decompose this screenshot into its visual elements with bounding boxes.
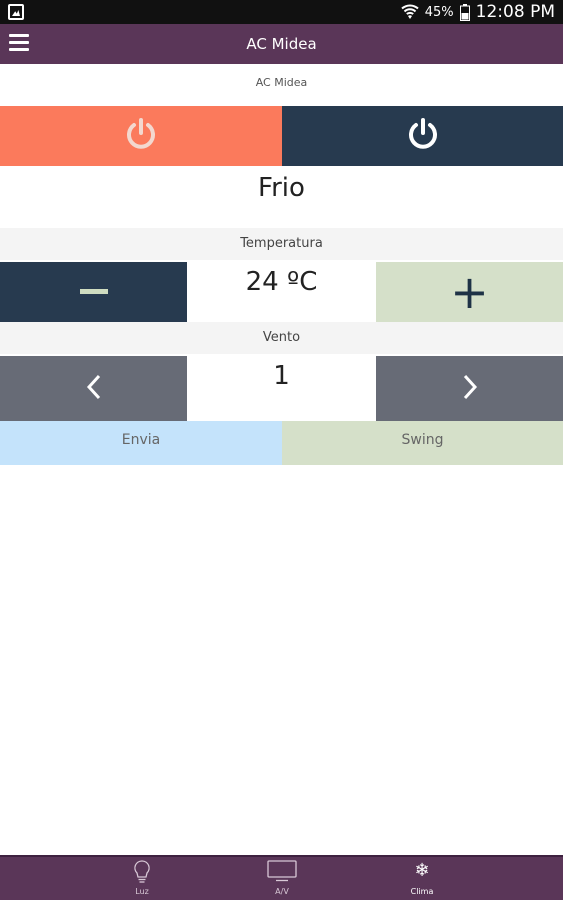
bottom-navigation: Luz A/V ❄ Clima <box>0 855 563 900</box>
temperature-increase-button[interactable]: + <box>376 262 563 322</box>
wifi-icon <box>401 4 419 20</box>
wind-increase-button[interactable] <box>376 356 563 421</box>
nav-label-av: A/V <box>275 887 289 896</box>
temperature-decrease-button[interactable] <box>0 262 187 322</box>
power-icon <box>124 117 158 155</box>
wind-decrease-button[interactable] <box>0 356 187 421</box>
swing-button[interactable]: Swing <box>282 421 563 465</box>
status-indicators: 45% 12:08 PM <box>401 0 555 24</box>
power-on-button[interactable] <box>0 106 282 166</box>
nav-item-av[interactable]: A/V <box>222 857 342 900</box>
battery-icon <box>459 3 470 21</box>
temperature-header: Temperatura <box>0 228 563 260</box>
plus-icon: + <box>450 265 489 319</box>
chevron-left-icon <box>86 374 102 404</box>
nav-label-clima: Clima <box>410 887 434 896</box>
lightbulb-icon <box>132 859 152 889</box>
snowflake-icon: ❄ <box>414 860 430 881</box>
nav-item-clima[interactable]: ❄ Clima <box>362 857 482 900</box>
power-off-button[interactable] <box>282 106 563 166</box>
wind-header: Vento <box>0 322 563 354</box>
app-title: AC Midea <box>246 35 317 53</box>
status-bar: 45% 12:08 PM <box>0 0 563 24</box>
mode-label: Frio <box>258 173 305 203</box>
battery-percent: 45% <box>424 4 454 20</box>
temperature-value: 24 ºC <box>245 267 318 297</box>
tv-icon <box>267 859 297 887</box>
nav-item-luz[interactable]: Luz <box>82 857 202 900</box>
wind-value: 1 <box>273 361 290 391</box>
nav-label-luz: Luz <box>135 887 149 896</box>
clock: 12:08 PM <box>475 2 555 22</box>
app-bar: AC Midea <box>0 24 563 64</box>
chevron-right-icon <box>462 374 478 404</box>
minus-icon <box>80 289 108 294</box>
device-name: AC Midea <box>255 76 308 89</box>
send-button[interactable]: Envia <box>0 421 282 465</box>
gallery-notification-icon <box>8 4 24 20</box>
power-icon <box>406 117 440 155</box>
